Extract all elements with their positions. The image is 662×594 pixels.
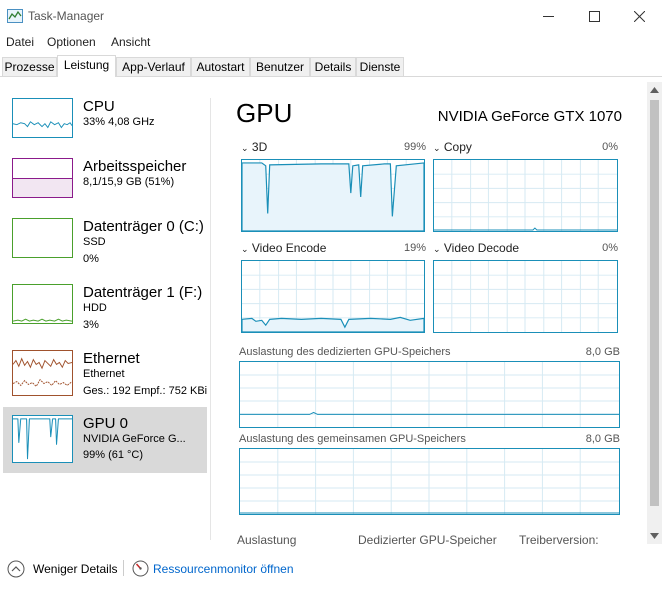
title-bar: Task-Manager bbox=[0, 0, 662, 32]
tab-benutzer[interactable]: Benutzer bbox=[250, 57, 310, 76]
chevron-down-icon: ⌄ bbox=[241, 244, 249, 254]
minimize-button[interactable] bbox=[525, 0, 571, 32]
chevron-down-icon: ⌄ bbox=[241, 143, 249, 153]
sidebar-memory-usage: 8,1/15,9 GB (51%) bbox=[83, 176, 175, 188]
chevron-up-circle-icon[interactable] bbox=[7, 560, 25, 578]
engine-pct-3d: 99% bbox=[403, 141, 426, 153]
sidebar-disk1-type: HDD bbox=[83, 302, 107, 314]
resource-monitor-icon bbox=[132, 560, 149, 577]
vertical-scrollbar[interactable] bbox=[647, 82, 662, 544]
minimize-icon bbox=[542, 15, 554, 17]
disk0-thumbnail bbox=[12, 218, 73, 258]
footer-bar: Weniger Details Ressourcenmonitor öffnen bbox=[0, 557, 662, 581]
resource-sidebar: CPU 33% 4,08 GHz Arbeitsspeicher 8,1/15,… bbox=[0, 95, 210, 515]
sidebar-gpu0-usage: 99% (61 °C) bbox=[83, 449, 144, 461]
sidebar-item-cpu[interactable]: CPU 33% 4,08 GHz bbox=[3, 95, 207, 161]
scroll-down-icon[interactable] bbox=[650, 533, 659, 539]
tab-leistung[interactable]: Leistung bbox=[57, 55, 116, 77]
menu-datei[interactable]: Datei bbox=[6, 35, 34, 49]
engine-selector-copy[interactable]: ⌄ Copy bbox=[433, 140, 472, 154]
resource-monitor-link[interactable]: Ressourcenmonitor öffnen bbox=[153, 562, 294, 576]
graph-dedicated-memory bbox=[239, 361, 620, 428]
graph-copy bbox=[433, 159, 618, 232]
window-title: Task-Manager bbox=[28, 9, 105, 23]
gpu0-thumbnail bbox=[12, 415, 73, 463]
tab-details[interactable]: Details bbox=[310, 57, 356, 76]
shared-memory-label: Auslastung des gemeinsamen GPU-Speichers bbox=[239, 433, 466, 445]
stat-header-dedicated-memory: Dedizierter GPU-Speicher bbox=[358, 533, 497, 547]
graph-3d bbox=[241, 159, 425, 232]
menu-bar: Datei Optionen Ansicht bbox=[0, 32, 662, 52]
sidebar-item-memory[interactable]: Arbeitsspeicher 8,1/15,9 GB (51%) bbox=[3, 155, 207, 221]
engine-selector-video-decode[interactable]: ⌄ Video Decode bbox=[433, 241, 519, 255]
sidebar-disk1-name: Datenträger 1 (F:) bbox=[83, 284, 203, 301]
stat-header-driver-version: Treiberversion: bbox=[519, 533, 599, 547]
sidebar-disk0-usage: 0% bbox=[83, 253, 99, 265]
sidebar-item-gpu0[interactable]: GPU 0 NVIDIA GeForce G... 99% (61 °C) bbox=[3, 407, 207, 473]
shared-memory-max: 8,0 GB bbox=[585, 433, 620, 445]
engine-label-video-decode: Video Decode bbox=[443, 241, 520, 255]
graph-video-encode bbox=[241, 260, 425, 333]
maximize-button[interactable] bbox=[571, 0, 617, 32]
sidebar-ethernet-throughput: Ges.: 192 Empf.: 752 KBi bbox=[83, 385, 208, 397]
sidebar-cpu-name: CPU bbox=[83, 98, 115, 115]
tab-app-verlauf[interactable]: App-Verlauf bbox=[116, 57, 191, 76]
disk1-thumbnail bbox=[12, 284, 73, 324]
sidebar-divider bbox=[210, 98, 211, 540]
close-button[interactable] bbox=[616, 0, 662, 32]
tab-bar: Prozesse Leistung App-Verlauf Autostart … bbox=[0, 55, 662, 77]
cpu-thumbnail bbox=[12, 98, 73, 138]
stat-header-utilization: Auslastung bbox=[237, 533, 297, 547]
sidebar-item-ethernet[interactable]: Ethernet Ethernet Ges.: 192 Empf.: 752 K… bbox=[3, 347, 207, 413]
fewer-details-button[interactable]: Weniger Details bbox=[33, 562, 117, 576]
scroll-up-icon[interactable] bbox=[650, 87, 659, 93]
chevron-down-icon: ⌄ bbox=[433, 143, 441, 153]
engine-selector-3d[interactable]: ⌄ 3D bbox=[241, 140, 267, 154]
scrollbar-thumb[interactable] bbox=[650, 100, 659, 506]
graph-video-decode bbox=[433, 260, 618, 333]
dedicated-memory-label: Auslastung des dedizierten GPU-Speichers bbox=[239, 346, 451, 358]
chevron-down-icon: ⌄ bbox=[433, 244, 441, 254]
menu-ansicht[interactable]: Ansicht bbox=[111, 35, 150, 49]
engine-pct-video-decode: 0% bbox=[602, 242, 618, 254]
sidebar-cpu-usage: 33% 4,08 GHz bbox=[83, 116, 155, 128]
sidebar-gpu0-name: GPU 0 bbox=[83, 415, 129, 432]
sidebar-gpu0-model: NVIDIA GeForce G... bbox=[83, 433, 186, 445]
sidebar-ethernet-adapter: Ethernet bbox=[83, 368, 125, 380]
engine-pct-copy: 0% bbox=[602, 141, 618, 153]
ethernet-thumbnail bbox=[12, 350, 73, 396]
tab-dienste[interactable]: Dienste bbox=[356, 57, 404, 76]
sidebar-disk1-usage: 3% bbox=[83, 319, 99, 331]
close-icon bbox=[633, 10, 645, 22]
sidebar-disk0-type: SSD bbox=[83, 236, 106, 248]
engine-label-3d: 3D bbox=[251, 140, 268, 154]
page-title: GPU bbox=[236, 98, 293, 128]
sidebar-ethernet-name: Ethernet bbox=[83, 350, 140, 367]
tab-prozesse[interactable]: Prozesse bbox=[2, 57, 57, 76]
engine-label-copy: Copy bbox=[443, 140, 472, 154]
engine-label-video-encode: Video Encode bbox=[251, 241, 327, 255]
engine-pct-video-encode: 19% bbox=[403, 242, 426, 254]
task-manager-icon bbox=[7, 9, 23, 23]
sidebar-memory-name: Arbeitsspeicher bbox=[83, 158, 187, 175]
sidebar-disk0-name: Datenträger 0 (C:) bbox=[83, 218, 204, 235]
sidebar-item-disk1[interactable]: Datenträger 1 (F:) HDD 3% bbox=[3, 281, 207, 347]
graph-shared-memory bbox=[239, 448, 620, 515]
maximize-icon bbox=[588, 10, 600, 22]
tab-autostart[interactable]: Autostart bbox=[191, 57, 250, 76]
footer-separator bbox=[123, 560, 124, 576]
gpu-model-name: NVIDIA GeForce GTX 1070 bbox=[437, 108, 622, 125]
menu-optionen[interactable]: Optionen bbox=[47, 35, 96, 49]
memory-thumbnail bbox=[12, 158, 73, 198]
dedicated-memory-max: 8,0 GB bbox=[585, 346, 620, 358]
engine-selector-video-encode[interactable]: ⌄ Video Encode bbox=[241, 241, 326, 255]
sidebar-item-disk0[interactable]: Datenträger 0 (C:) SSD 0% bbox=[3, 215, 207, 281]
